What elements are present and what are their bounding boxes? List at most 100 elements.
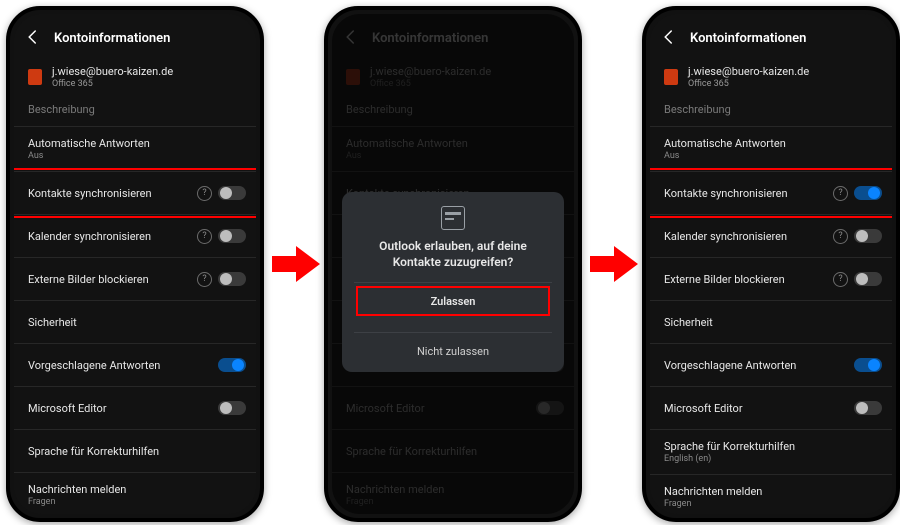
office-icon [664,69,678,85]
row-sync-contacts[interactable]: Kontakte synchronisieren ? [650,172,892,215]
account-text: j.wiese@buero-kaizen.de Office 365 [52,65,173,89]
row-controls: ? [833,272,882,287]
toggle-sync-contacts[interactable] [854,186,882,200]
row-suggested-replies[interactable]: Vorgeschlagene Antworten [14,344,256,387]
row-auto-replies[interactable]: Automatische Antworten Aus [650,127,892,172]
toggle-sync-calendar[interactable] [854,229,882,243]
dialog-title: Outlook erlauben, auf deine Kontakte zuz… [354,238,552,270]
row-sub: Aus [664,151,786,161]
row-text: Nachrichten melden Fragen [664,485,762,509]
section-label: Beschreibung [650,101,892,127]
row-sync-contacts[interactable]: Kontakte synchronisieren ? [14,172,256,215]
row-sync-calendar[interactable]: Kalender synchronisieren ? [650,215,892,258]
page-title: Kontoinformationen [54,31,170,46]
row-label: Kontakte synchronisieren [28,187,152,200]
row-editor[interactable]: Microsoft Editor [14,387,256,430]
row-label: Externe Bilder blockieren [664,273,785,286]
row-sub: English (en) [664,454,795,464]
row-sub: Aus [28,151,150,161]
section-label: Beschreibung [14,101,256,127]
row-report-messages[interactable]: Nachrichten melden Fragen [650,475,892,514]
account-email: j.wiese@buero-kaizen.de [52,65,173,78]
toggle-editor[interactable] [854,401,882,415]
toggle-editor[interactable] [218,401,246,415]
row-report-messages[interactable]: Nachrichten melden Fragen [14,473,256,514]
row-text: Nachrichten melden Fragen [28,483,126,507]
row-security[interactable]: Sicherheit [650,301,892,344]
row-block-images[interactable]: Externe Bilder blockieren ? [14,258,256,301]
row-controls [854,358,882,372]
back-arrow-icon[interactable] [660,28,678,49]
row-spell-language[interactable]: Sprache für Korrekturhilfen [14,430,256,473]
row-label: Automatische Antworten [28,137,150,150]
permission-dialog: Outlook erlauben, auf deine Kontakte zuz… [342,192,564,372]
step-arrow-icon [272,240,320,288]
row-label: Vorgeschlagene Antworten [664,359,796,372]
office-icon [28,69,42,85]
page-title: Kontoinformationen [690,31,806,46]
tutorial-sequence: Kontoinformationen j.wiese@buero-kaizen.… [0,0,900,525]
toggle-block-images[interactable] [854,272,882,286]
row-suggested-replies[interactable]: Vorgeschlagene Antworten [650,344,892,387]
row-label: Sprache für Korrekturhilfen [664,440,795,453]
row-sub: Fragen [664,499,762,509]
row-label: Kontakte synchronisieren [664,187,788,200]
row-spell-language[interactable]: Sprache für Korrekturhilfen English (en) [650,430,892,475]
help-icon[interactable]: ? [833,229,848,244]
screen-step-1: Kontoinformationen j.wiese@buero-kaizen.… [14,14,256,514]
row-security[interactable]: Sicherheit [14,301,256,344]
phone-step-2: Kontoinformationen j.wiese@buero-kaizen.… [324,6,582,522]
row-controls [218,401,246,415]
header: Kontoinformationen [650,14,892,59]
row-label: Microsoft Editor [28,402,107,415]
header: Kontoinformationen [14,14,256,59]
account-text: j.wiese@buero-kaizen.de Office 365 [688,65,809,89]
row-text: Automatische Antworten Aus [28,137,150,161]
row-text: Automatische Antworten Aus [664,137,786,161]
row-label: Kalender synchronisieren [28,230,151,243]
row-label: Externe Bilder blockieren [28,273,149,286]
deny-button[interactable]: Nicht zulassen [354,332,552,370]
toggle-suggested[interactable] [218,358,246,372]
row-controls [854,401,882,415]
row-block-images[interactable]: Externe Bilder blockieren ? [650,258,892,301]
row-sync-calendar[interactable]: Kalender synchronisieren ? [14,215,256,258]
row-label: Microsoft Editor [664,402,743,415]
help-icon[interactable]: ? [833,186,848,201]
allow-button[interactable]: Zulassen [354,282,552,320]
toggle-sync-calendar[interactable] [218,229,246,243]
step-arrow-icon [590,240,638,288]
row-sub: Fragen [28,497,126,507]
row-label: Nachrichten melden [28,483,126,496]
row-label: Kalender synchronisieren [664,230,787,243]
row-editor[interactable]: Microsoft Editor [650,387,892,430]
row-auto-replies[interactable]: Automatische Antworten Aus [14,127,256,172]
row-label: Sicherheit [664,316,713,329]
contacts-icon [441,206,465,230]
help-icon[interactable]: ? [197,186,212,201]
row-controls [218,358,246,372]
help-icon[interactable]: ? [833,272,848,287]
help-icon[interactable]: ? [197,229,212,244]
row-label: Nachrichten melden [664,485,762,498]
back-arrow-icon[interactable] [24,28,42,49]
toggle-suggested[interactable] [854,358,882,372]
row-controls: ? [833,229,882,244]
account-plan: Office 365 [688,79,809,89]
toggle-sync-contacts[interactable] [218,186,246,200]
screen-step-2: Kontoinformationen j.wiese@buero-kaizen.… [332,14,574,514]
help-icon[interactable]: ? [197,272,212,287]
phone-step-1: Kontoinformationen j.wiese@buero-kaizen.… [6,6,264,522]
account-row[interactable]: j.wiese@buero-kaizen.de Office 365 [14,59,256,101]
account-row[interactable]: j.wiese@buero-kaizen.de Office 365 [650,59,892,101]
row-controls: ? [833,186,882,201]
account-plan: Office 365 [52,79,173,89]
row-controls: ? [197,186,246,201]
row-controls: ? [197,229,246,244]
phone-step-3: Kontoinformationen j.wiese@buero-kaizen.… [642,6,900,522]
screen-step-3: Kontoinformationen j.wiese@buero-kaizen.… [650,14,892,514]
toggle-block-images[interactable] [218,272,246,286]
row-text: Sprache für Korrekturhilfen English (en) [664,440,795,464]
row-label: Sicherheit [28,316,77,329]
account-email: j.wiese@buero-kaizen.de [688,65,809,78]
